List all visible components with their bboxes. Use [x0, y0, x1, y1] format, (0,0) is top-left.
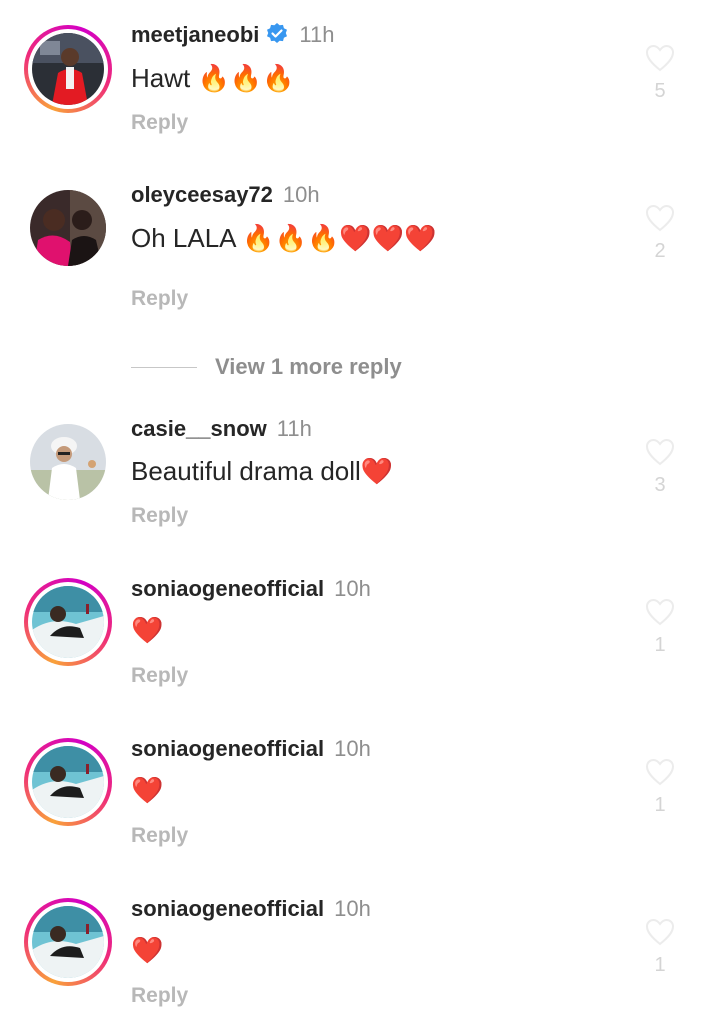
- reply-button[interactable]: Reply: [131, 504, 188, 528]
- like-column: 2: [640, 204, 680, 263]
- avatar-story-ring[interactable]: [24, 738, 112, 826]
- reply-button[interactable]: Reply: [131, 111, 188, 135]
- comment-time: 10h: [282, 182, 320, 207]
- comment-time: 10h: [334, 896, 371, 921]
- comment-time: 11h: [299, 22, 335, 47]
- heart-outline-icon[interactable]: [645, 598, 675, 626]
- avatar: [32, 33, 104, 105]
- comment-text: Oh LALA 🔥🔥🔥❤️❤️❤️: [131, 223, 437, 253]
- comment-username[interactable]: oleyceesay72 10h: [131, 182, 320, 208]
- avatar[interactable]: [30, 190, 106, 266]
- comment-username[interactable]: soniaogeneofficial 10h: [131, 576, 371, 602]
- avatar: [32, 746, 104, 818]
- username-text[interactable]: casie__snow: [131, 416, 267, 441]
- avatar: [32, 586, 104, 658]
- comment-text: Beautiful drama doll❤️: [131, 456, 394, 486]
- like-column: 5: [640, 44, 680, 103]
- heart-outline-icon[interactable]: [645, 918, 675, 946]
- comment-username[interactable]: soniaogeneofficial 10h: [131, 736, 371, 762]
- like-count: 1: [654, 794, 666, 816]
- heart-outline-icon[interactable]: [645, 438, 675, 466]
- like-column: 3: [640, 438, 680, 497]
- reply-button[interactable]: Reply: [131, 664, 188, 688]
- comment-time: 10h: [334, 576, 371, 601]
- username-text[interactable]: soniaogeneofficial: [131, 896, 324, 921]
- heart-outline-icon[interactable]: [645, 44, 675, 72]
- reply-button[interactable]: Reply: [131, 287, 188, 311]
- username-text[interactable]: oleyceesay72: [131, 182, 273, 207]
- view-more-replies-label[interactable]: View 1 more reply: [215, 354, 402, 380]
- username-text[interactable]: soniaogeneofficial: [131, 576, 324, 601]
- heart-outline-icon[interactable]: [645, 758, 675, 786]
- username-text[interactable]: soniaogeneofficial: [131, 736, 324, 761]
- avatar-story-ring[interactable]: [24, 578, 112, 666]
- comment-username[interactable]: casie__snow 11h: [131, 416, 312, 442]
- like-count: 5: [654, 80, 666, 102]
- comment-username[interactable]: meetjaneobi 11h: [131, 22, 334, 48]
- view-more-replies-button[interactable]: View 1 more reply: [131, 352, 402, 382]
- avatar-story-ring[interactable]: [24, 898, 112, 986]
- comment-text: ❤️: [131, 935, 164, 965]
- comment-text: ❤️: [131, 775, 164, 805]
- username-text[interactable]: meetjaneobi: [131, 22, 259, 47]
- like-count: 2: [654, 240, 666, 262]
- like-count: 1: [654, 634, 666, 656]
- reply-button[interactable]: Reply: [131, 984, 188, 1008]
- comment-username[interactable]: soniaogeneofficial 10h: [131, 896, 371, 922]
- comment-text: Hawt 🔥🔥🔥: [131, 63, 295, 93]
- avatar[interactable]: [30, 424, 106, 500]
- like-column: 1: [640, 918, 680, 977]
- reply-button[interactable]: Reply: [131, 824, 188, 848]
- comment-text: ❤️: [131, 615, 164, 645]
- like-column: 1: [640, 598, 680, 657]
- like-count: 1: [654, 954, 666, 976]
- verified-badge-icon: [265, 22, 289, 46]
- like-count: 3: [654, 474, 666, 496]
- comment-time: 11h: [276, 416, 312, 441]
- avatar: [32, 906, 104, 978]
- divider-line: [131, 366, 197, 368]
- like-column: 1: [640, 758, 680, 817]
- avatar-story-ring[interactable]: [24, 25, 112, 113]
- comment-time: 10h: [334, 736, 371, 761]
- heart-outline-icon[interactable]: [645, 204, 675, 232]
